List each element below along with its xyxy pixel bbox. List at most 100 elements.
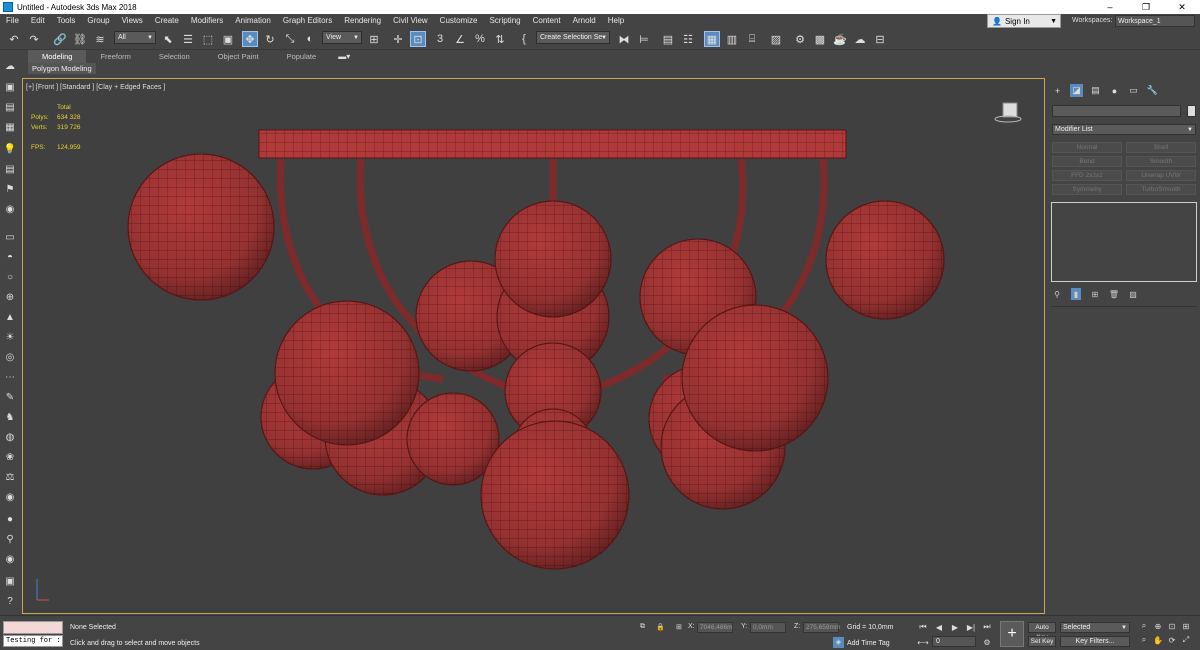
utilities-tab-icon[interactable]: 🔧 <box>1146 84 1159 97</box>
key-filters-button[interactable]: Key Filters... <box>1060 636 1130 647</box>
show-end-result-icon[interactable]: ▮ <box>1071 288 1081 300</box>
schematic-view-icon[interactable]: ⌸ <box>744 31 760 47</box>
select-and-scale-icon[interactable]: ⤡ <box>282 31 298 47</box>
ribbon-toggle-icon[interactable]: ▦ <box>704 31 720 47</box>
lock-selection-icon[interactable]: 🔒 <box>656 623 665 631</box>
workspace-dropdown[interactable]: Workspace_1 <box>1115 15 1195 27</box>
remove-modifier-icon[interactable]: 🗑 <box>1109 288 1119 300</box>
disk-icon[interactable]: ◎ <box>3 350 17 364</box>
pan-icon[interactable]: ✋ <box>1152 634 1164 646</box>
create-tab-icon[interactable]: + <box>1051 84 1064 97</box>
shader-ball-icon[interactable]: ◉ <box>3 490 17 504</box>
window-crossing-icon[interactable]: ▣ <box>220 31 236 47</box>
menu-animation[interactable]: Animation <box>229 14 277 28</box>
info-icon[interactable]: ▣ <box>3 574 17 588</box>
display-tab-icon[interactable]: ▭ <box>1127 84 1140 97</box>
reference-coordinate-dropdown[interactable]: View ▼ <box>322 31 362 44</box>
modifier-list-dropdown[interactable]: Modifier List ▼ <box>1052 124 1196 135</box>
menu-modifiers[interactable]: Modifiers <box>185 14 229 28</box>
sun-icon[interactable]: ☀ <box>3 330 17 344</box>
zoom-all-icon[interactable]: ⊕ <box>1152 620 1164 632</box>
tab-selection[interactable]: Selection <box>145 50 204 63</box>
set-key-big-icon[interactable]: + <box>1000 621 1024 647</box>
rectangular-selection-icon[interactable]: ⬚ <box>200 31 216 47</box>
walk-icon[interactable]: ⚲ <box>3 532 17 546</box>
modifier-turbosmooth-button[interactable]: TurboSmooth <box>1126 184 1196 195</box>
x-coordinate-field[interactable]: 7046,486m <box>697 622 733 633</box>
snaps-toggle-icon[interactable]: 3 <box>432 31 448 47</box>
modifier-stack[interactable] <box>1051 202 1197 282</box>
menu-graph-editors[interactable]: Graph Editors <box>277 14 338 28</box>
menu-civil-view[interactable]: Civil View <box>387 14 434 28</box>
material-editor-icon[interactable]: ▨ <box>768 31 784 47</box>
menu-customize[interactable]: Customize <box>434 14 484 28</box>
dome-icon[interactable]: ◓ <box>3 250 17 264</box>
isolate-selection-icon[interactable]: ⧉ <box>640 623 645 631</box>
maximize-icon[interactable]: ❐ <box>1128 0 1164 14</box>
chandelier-model[interactable] <box>23 79 1045 614</box>
redo-icon[interactable]: ↷ <box>26 31 42 47</box>
go-to-end-icon[interactable]: ⏭ <box>981 621 993 633</box>
sign-in-dropdown[interactable]: 👤 Sign In ▼ <box>987 14 1061 28</box>
zoom-extents-all-icon[interactable]: ⊞ <box>1180 620 1192 632</box>
undo-icon[interactable]: ↶ <box>6 31 22 47</box>
modifier-unwrap-uvw-button[interactable]: Unwrap UVW <box>1126 170 1196 181</box>
absolute-mode-icon[interactable]: ⊞ <box>676 623 682 631</box>
menu-content[interactable]: Content <box>527 14 567 28</box>
front-viewport[interactable]: [+] [Front ] [Standard ] [Clay + Edged F… <box>22 78 1045 614</box>
camera-icon[interactable]: ▤ <box>3 162 17 176</box>
menu-group[interactable]: Group <box>81 14 115 28</box>
angle-snap-icon[interactable]: ∠ <box>452 31 468 47</box>
plant-icon[interactable]: ❀ <box>3 450 17 464</box>
time-tag-icon[interactable]: ◈ <box>833 637 844 648</box>
light-icon[interactable]: 💡 <box>3 142 17 156</box>
select-and-place-icon[interactable]: ◐ <box>302 31 318 47</box>
particles-icon[interactable]: ⋯ <box>3 370 17 384</box>
percent-snap-icon[interactable]: % <box>472 31 488 47</box>
rendered-frame-window-icon[interactable]: ▩ <box>812 31 828 47</box>
sphere-icon[interactable]: ○ <box>3 270 17 284</box>
box-icon[interactable]: ▭ <box>3 230 17 244</box>
cone-icon[interactable]: ▲ <box>3 310 17 324</box>
add-time-tag[interactable]: Add Time Tag <box>847 640 890 647</box>
modifier-smooth-button[interactable]: Smooth <box>1126 156 1196 167</box>
explorer-icon[interactable]: ▤ <box>3 100 17 114</box>
render-production-icon[interactable]: ☕ <box>832 31 848 47</box>
render-iterative-icon[interactable]: ⊟ <box>872 31 888 47</box>
globe-icon[interactable]: ◍ <box>3 430 17 444</box>
hierarchy-tab-icon[interactable]: ▤ <box>1089 84 1102 97</box>
viewport-layout-icon[interactable]: ☁ <box>3 59 17 73</box>
select-and-move-icon[interactable]: ✥ <box>242 31 258 47</box>
play-icon[interactable]: ▶ <box>949 621 961 633</box>
next-frame-icon[interactable]: ▶| <box>965 621 977 633</box>
mirror-icon[interactable]: ⧓ <box>616 31 632 47</box>
pin-stack-icon[interactable]: ⚲ <box>1052 288 1062 300</box>
spinner-snap-icon[interactable]: ⇅ <box>492 31 508 47</box>
configure-modifier-sets-icon[interactable]: ▨ <box>1128 288 1138 300</box>
select-object-icon[interactable]: ⬉ <box>160 31 176 47</box>
menu-create[interactable]: Create <box>149 14 185 28</box>
selection-filter-dropdown[interactable]: All ▼ <box>114 31 156 44</box>
zoom-icon[interactable]: ⌕ <box>1138 620 1150 632</box>
cage-icon[interactable]: ⊕ <box>3 290 17 304</box>
menu-scripting[interactable]: Scripting <box>483 14 526 28</box>
field-of-view-icon[interactable]: ⌕ <box>1138 634 1150 646</box>
menu-help[interactable]: Help <box>602 14 630 28</box>
zoom-extents-icon[interactable]: ⊡ <box>1166 620 1178 632</box>
set-key-button[interactable]: Set Key <box>1028 636 1056 647</box>
menu-rendering[interactable]: Rendering <box>338 14 387 28</box>
menu-views[interactable]: Views <box>116 14 149 28</box>
modifier-symmetry-button[interactable]: Symmetry <box>1052 184 1122 195</box>
go-to-start-icon[interactable]: ⏮ <box>917 621 929 633</box>
link-icon[interactable]: 🔗 <box>52 31 68 47</box>
menu-edit[interactable]: Edit <box>25 14 51 28</box>
material-ball-icon[interactable]: ● <box>3 512 17 526</box>
polygon-modeling-panel[interactable]: Polygon Modeling <box>28 63 96 74</box>
layer-explorer-icon[interactable]: ☷ <box>680 31 696 47</box>
keyboard-shortcut-override-icon[interactable]: ⊡ <box>410 31 426 47</box>
key-mode-dropdown[interactable]: Selected ▼ <box>1060 622 1130 633</box>
orbit-icon[interactable]: ⟳ <box>1166 634 1178 646</box>
record-icon[interactable]: ◉ <box>3 552 17 566</box>
auto-key-button[interactable]: Auto Key <box>1028 622 1056 641</box>
scene-explorer-icon[interactable]: ▤ <box>660 31 676 47</box>
